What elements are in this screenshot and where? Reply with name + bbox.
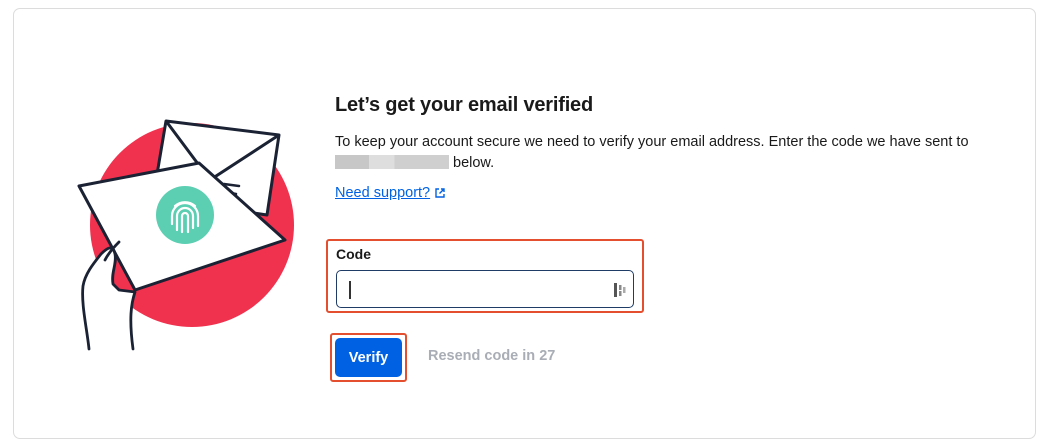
need-support-label: Need support? — [335, 185, 431, 201]
verification-card: Let’s get your email verified To keep yo… — [13, 8, 1036, 439]
code-input[interactable] — [336, 270, 634, 308]
code-field-group: Code — [326, 239, 644, 313]
page-title: Let’s get your email verified — [335, 94, 593, 116]
verify-button[interactable]: Verify — [335, 338, 402, 377]
redacted-email — [335, 155, 449, 169]
instructions-line1: To keep your account secure we need to v… — [335, 134, 969, 150]
email-fingerprint-illustration — [77, 119, 294, 351]
verification-content: Let’s get your email verified To keep yo… — [326, 93, 1025, 382]
instructions-text: To keep your account secure we need to v… — [335, 132, 1025, 174]
code-label: Code — [336, 246, 371, 262]
fingerprint-icon — [156, 186, 214, 244]
resend-code-text: Resend code in 27 — [428, 348, 556, 364]
external-link-icon — [435, 188, 445, 198]
password-manager-icon[interactable] — [613, 281, 627, 299]
verify-button-highlight: Verify — [330, 333, 407, 382]
text-cursor — [349, 281, 351, 299]
need-support-link[interactable]: Need support? — [335, 185, 446, 201]
instructions-line2: below. — [453, 155, 495, 171]
